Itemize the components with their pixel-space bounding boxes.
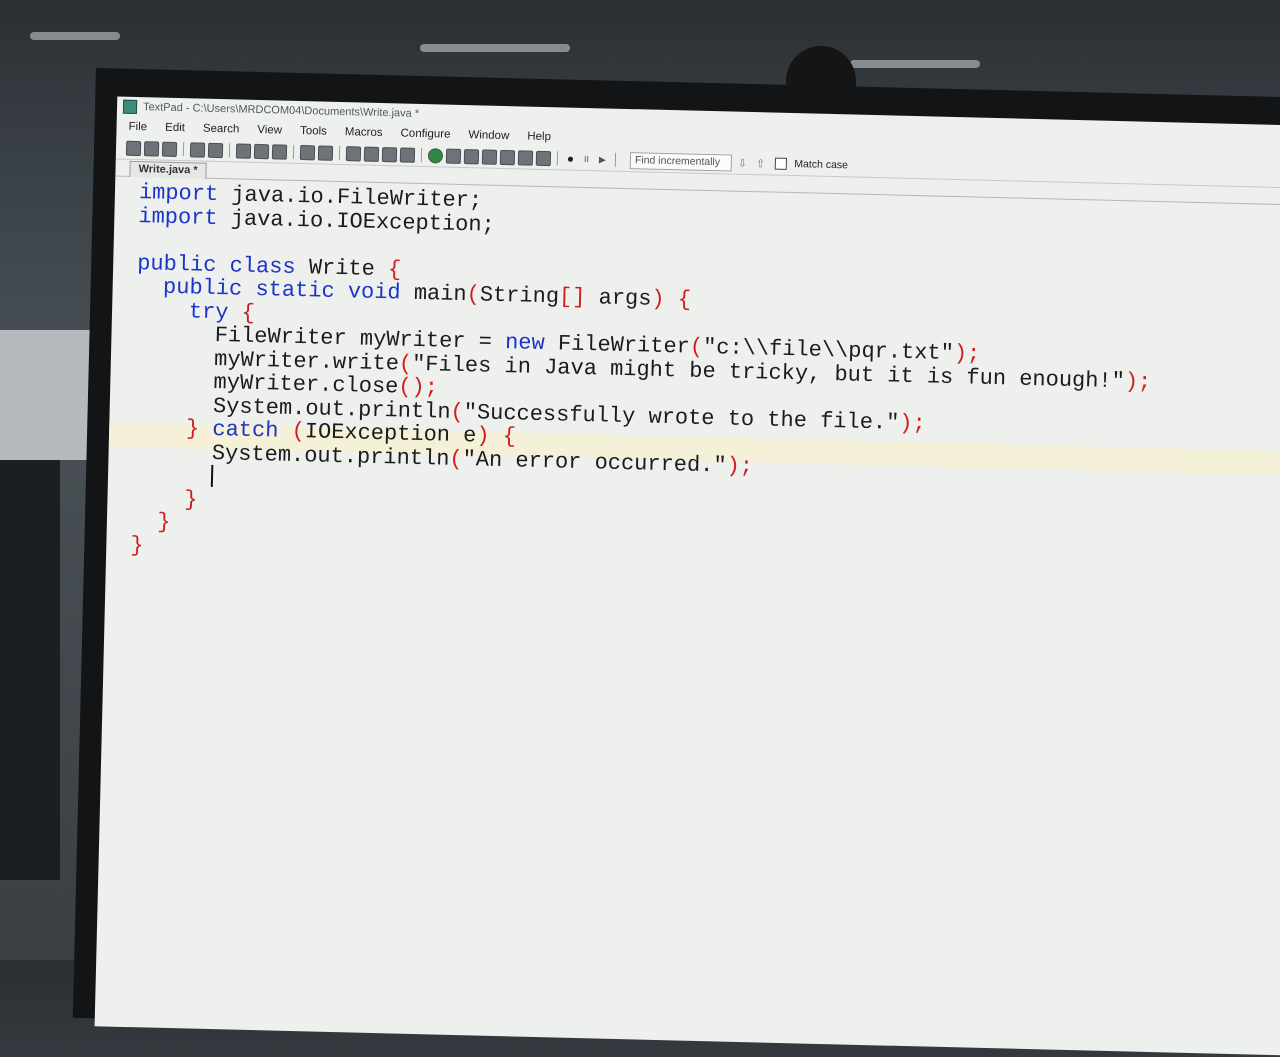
paste-icon[interactable] bbox=[271, 143, 288, 160]
paragraph-icon[interactable] bbox=[399, 146, 416, 163]
play-macro-icon[interactable]: ▶ bbox=[596, 153, 609, 166]
paren: ( bbox=[466, 282, 481, 308]
keyword-try: try bbox=[188, 298, 229, 325]
undo-icon[interactable] bbox=[299, 144, 316, 160]
ceiling-light bbox=[850, 60, 980, 68]
textpad-app-icon bbox=[122, 99, 138, 115]
brace: { bbox=[664, 286, 692, 313]
window-title: TextPad - C:\Users\MRDCOM04\Documents\Wr… bbox=[142, 101, 420, 120]
menu-tools[interactable]: Tools bbox=[300, 125, 327, 138]
save-icon[interactable] bbox=[161, 141, 178, 157]
menu-configure[interactable]: Configure bbox=[400, 127, 450, 140]
compare-icon[interactable] bbox=[481, 148, 498, 165]
find-previous-arrow-icon[interactable]: ⇧ bbox=[756, 157, 766, 170]
paren-semicolon: (); bbox=[398, 374, 439, 401]
code-text: String bbox=[479, 282, 560, 310]
paren: ) bbox=[651, 286, 665, 312]
brace: } bbox=[157, 509, 171, 535]
paren-semicolon: ); bbox=[953, 341, 981, 367]
copy-icon[interactable] bbox=[253, 143, 270, 159]
menu-help[interactable]: Help bbox=[527, 131, 551, 144]
word-wrap-icon[interactable] bbox=[381, 146, 398, 162]
find-next-arrow-icon[interactable]: ⇩ bbox=[738, 156, 748, 169]
source-code: import java.io.FileWriter; import java.io… bbox=[130, 180, 1155, 582]
ceiling-light bbox=[420, 44, 570, 52]
sort-icon[interactable] bbox=[463, 148, 480, 164]
menu-search[interactable]: Search bbox=[203, 123, 240, 136]
code-editor[interactable]: import java.io.FileWriter; import java.io… bbox=[95, 177, 1280, 1057]
brace: } bbox=[130, 532, 144, 558]
menu-macros[interactable]: Macros bbox=[345, 126, 383, 139]
find-icon[interactable] bbox=[499, 149, 516, 165]
toolbar-separator bbox=[614, 152, 617, 167]
toolbar-separator bbox=[420, 147, 423, 162]
brace: } bbox=[183, 486, 198, 513]
toolbar-separator bbox=[338, 145, 341, 160]
open-folder-icon[interactable] bbox=[143, 140, 160, 157]
text-caret bbox=[211, 465, 214, 488]
ceiling-light bbox=[30, 32, 120, 40]
monitor: TextPad - C:\Users\MRDCOM04\Documents\Wr… bbox=[72, 68, 1280, 1057]
brace: } bbox=[185, 416, 200, 442]
brackets: [] bbox=[558, 284, 586, 311]
outdent-icon[interactable] bbox=[363, 146, 380, 162]
toolbar-separator bbox=[292, 144, 295, 159]
code-text: args bbox=[585, 285, 652, 312]
menu-view[interactable]: View bbox=[257, 124, 282, 137]
brace: { bbox=[489, 423, 517, 450]
code-text: main bbox=[400, 280, 467, 308]
background-chair bbox=[0, 460, 60, 880]
paren: ) bbox=[476, 423, 490, 449]
replace-icon[interactable] bbox=[517, 149, 534, 166]
find-incrementally-input[interactable]: Find incrementally bbox=[629, 151, 733, 172]
tab-write-java[interactable]: Write.java * bbox=[129, 160, 207, 179]
indent-icon[interactable] bbox=[345, 145, 362, 161]
paren: ( bbox=[689, 334, 704, 360]
new-file-icon[interactable] bbox=[125, 140, 142, 156]
paren: ( bbox=[449, 446, 463, 472]
brace: { bbox=[228, 299, 256, 326]
redo-icon[interactable] bbox=[317, 144, 334, 161]
find-in-files-icon[interactable] bbox=[535, 150, 552, 166]
print-preview-icon[interactable] bbox=[207, 142, 224, 158]
paren: ( bbox=[278, 418, 306, 445]
toolbar-separator bbox=[556, 151, 559, 166]
paren-semicolon: ); bbox=[726, 453, 754, 479]
textpad-window: TextPad - C:\Users\MRDCOM04\Documents\Wr… bbox=[94, 96, 1280, 1057]
globe-icon[interactable] bbox=[427, 147, 444, 164]
cut-icon[interactable] bbox=[235, 142, 252, 159]
brace: { bbox=[387, 256, 402, 283]
paren-semicolon: ); bbox=[1124, 368, 1152, 395]
keyword-catch: catch bbox=[198, 416, 279, 444]
spellcheck-icon[interactable] bbox=[445, 148, 462, 164]
print-icon[interactable] bbox=[189, 141, 206, 158]
menu-window[interactable]: Window bbox=[468, 129, 509, 142]
paren: ( bbox=[398, 350, 413, 377]
paren: ( bbox=[450, 399, 465, 425]
paren-semicolon: ); bbox=[899, 410, 927, 436]
menu-file[interactable]: File bbox=[128, 121, 147, 133]
match-case-checkbox[interactable] bbox=[775, 157, 788, 170]
toolbar-separator bbox=[228, 143, 231, 158]
pause-macro-icon[interactable]: II bbox=[580, 152, 593, 165]
toolbar-separator bbox=[182, 142, 185, 157]
match-case-label: Match case bbox=[794, 158, 849, 172]
menu-edit[interactable]: Edit bbox=[165, 122, 185, 134]
record-macro-icon[interactable]: ● bbox=[564, 151, 577, 165]
keyword-new: new bbox=[504, 330, 545, 357]
